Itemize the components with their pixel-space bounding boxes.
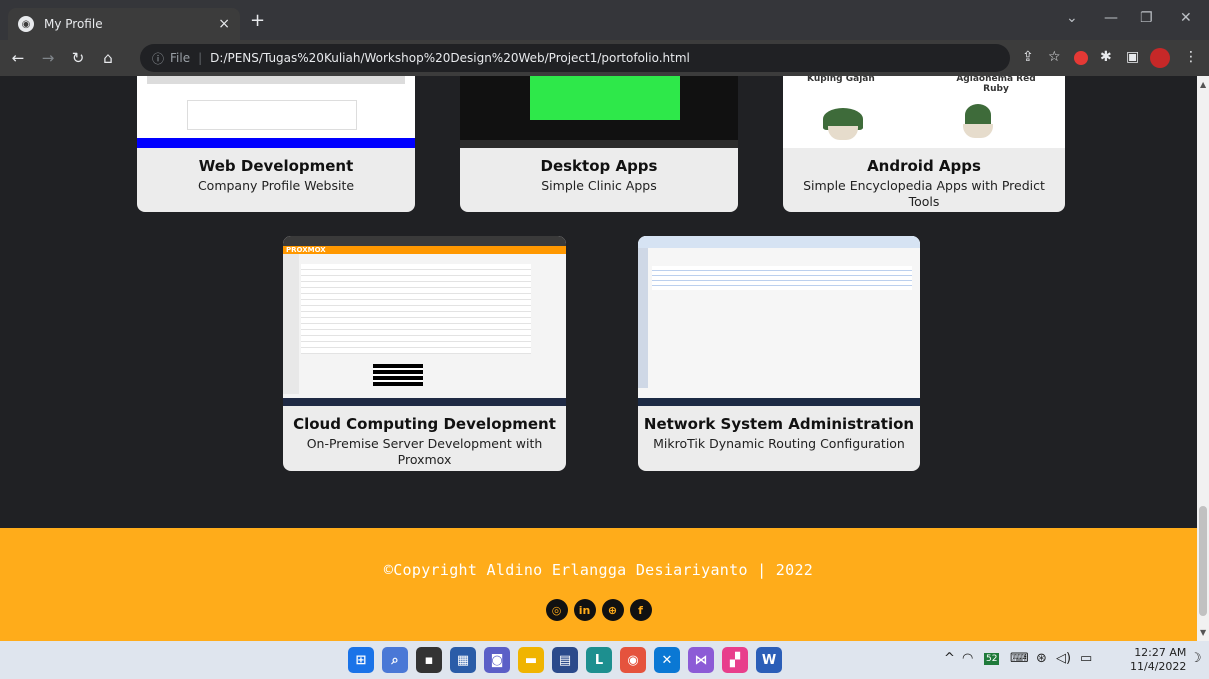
tray-app-icon[interactable]: ◠ <box>962 651 973 666</box>
bookmark-star-icon[interactable]: ☆ <box>1048 49 1061 65</box>
project-subtitle: Simple Clinic Apps <box>541 178 657 193</box>
tray-chevron-icon[interactable]: ^ <box>944 651 955 666</box>
facebook-icon[interactable]: f <box>629 599 652 621</box>
browser-tab-bar: ◉ My Profile × + ⌄ — ❐ ✕ <box>0 0 1209 40</box>
site-favicon-icon: ◉ <box>18 16 34 32</box>
browser-tab[interactable]: ◉ My Profile × <box>8 8 240 40</box>
extensions-puzzle-icon[interactable]: ✱ <box>1100 49 1112 65</box>
address-bar[interactable]: ⓘ File | D:/PENS/Tugas%20Kuliah/Workshop… <box>140 44 1010 72</box>
windows-taskbar: ⊞ ⌕ ▪ ▦ ◙ ▬ ▤ L ◉ ✕ ⋈ ▞ W ^ ◠ 52 ⌨ ⊛ ◁) … <box>0 641 1209 679</box>
project-subtitle: MikroTik Dynamic Routing Configuration <box>653 436 905 451</box>
thumb-caption: Kuping Gajah <box>807 76 875 84</box>
project-card-network[interactable]: Network System Administration MikroTik D… <box>638 236 920 471</box>
project-card-cloud[interactable]: PROXMOX Cloud Computing Development On-P… <box>283 236 566 471</box>
chat-icon[interactable]: ◙ <box>484 647 510 673</box>
extension-icon[interactable] <box>1074 51 1088 65</box>
project-thumbnail <box>638 236 920 406</box>
notifications-icon[interactable]: ☽ <box>1190 651 1202 666</box>
minimize-button[interactable]: — <box>1104 10 1118 26</box>
tab-title: My Profile <box>44 17 103 31</box>
info-icon[interactable]: ⓘ <box>152 50 164 67</box>
word-icon[interactable]: W <box>756 647 782 673</box>
file-explorer-icon[interactable]: ▬ <box>518 647 544 673</box>
forward-icon[interactable]: → <box>36 49 60 67</box>
restore-button[interactable]: ❐ <box>1140 10 1153 26</box>
system-clock[interactable]: 12:27 AM 11/4/2022 <box>1130 646 1186 674</box>
vscode-icon[interactable]: ✕ <box>654 647 680 673</box>
keyboard-icon[interactable]: ⌨ <box>1010 651 1029 666</box>
scrollbar-thumb[interactable] <box>1199 506 1207 616</box>
url-scheme-label: File <box>170 51 191 65</box>
task-view-icon[interactable]: ▪ <box>416 647 442 673</box>
tab-close-button[interactable]: × <box>218 16 230 32</box>
clock-date: 11/4/2022 <box>1130 660 1187 673</box>
visual-studio-icon[interactable]: ⋈ <box>688 647 714 673</box>
volume-icon[interactable]: ◁) <box>1056 651 1071 666</box>
home-icon[interactable]: ⌂ <box>96 49 120 67</box>
linkedin-icon[interactable]: in <box>573 599 596 621</box>
taskbar-apps: ⊞ ⌕ ▪ ▦ ◙ ▬ ▤ L ◉ ✕ ⋈ ▞ W <box>348 647 782 673</box>
language-icon[interactable]: ⊛ <box>1036 651 1047 666</box>
project-title: Cloud Computing Development <box>293 415 556 433</box>
scroll-down-icon[interactable]: ▼ <box>1200 628 1206 637</box>
search-icon[interactable]: ⌕ <box>382 647 408 673</box>
back-icon[interactable]: ← <box>6 49 30 67</box>
reload-icon[interactable]: ↻ <box>66 49 90 67</box>
project-thumbnail: Kuping Gajah Aglaonema Red Ruby <box>783 76 1065 148</box>
project-card-desktop[interactable]: Desktop Apps Simple Clinic Apps <box>460 76 738 212</box>
battery-icon[interactable]: ▭ <box>1080 651 1092 666</box>
project-title: Android Apps <box>867 157 981 175</box>
store-icon[interactable]: ▤ <box>552 647 578 673</box>
globe-icon[interactable]: ⊕ <box>601 599 624 621</box>
url-separator: | <box>198 51 203 65</box>
project-title: Web Development <box>198 157 354 175</box>
instagram-icon[interactable]: ◎ <box>545 599 568 621</box>
project-title: Desktop Apps <box>540 157 658 175</box>
url-text[interactable]: D:/PENS/Tugas%20Kuliah/Workshop%20Design… <box>210 51 690 65</box>
page-scrollbar[interactable]: ▲ ▼ <box>1197 76 1209 641</box>
page-footer: ©Copyright Aldino Erlangga Desiariyanto … <box>0 528 1197 641</box>
window-close-button[interactable]: ✕ <box>1180 10 1192 26</box>
thumb-caption: Aglaonema Red Ruby <box>956 76 1036 94</box>
menu-icon[interactable]: ⋮ <box>1184 49 1198 65</box>
start-icon[interactable]: ⊞ <box>348 647 374 673</box>
browser-toolbar: ← → ↻ ⌂ ⓘ File | D:/PENS/Tugas%20Kuliah/… <box>0 40 1209 76</box>
share-icon[interactable]: ⇪ <box>1022 49 1034 65</box>
app-l-icon[interactable]: L <box>586 647 612 673</box>
copyright-text: ©Copyright Aldino Erlangga Desiariyanto … <box>383 561 814 579</box>
clock-time: 12:27 AM <box>1134 646 1187 659</box>
project-title: Network System Administration <box>643 415 915 433</box>
page-viewport: Web Development Company Profile Website … <box>0 76 1197 641</box>
project-subtitle: Company Profile Website <box>197 178 355 193</box>
widgets-icon[interactable]: ▦ <box>450 647 476 673</box>
scroll-up-icon[interactable]: ▲ <box>1200 80 1206 89</box>
tab-search-icon[interactable]: ⌄ <box>1066 10 1078 26</box>
proxmox-logo: PROXMOX <box>286 246 326 254</box>
chrome-icon[interactable]: ◉ <box>620 647 646 673</box>
project-thumbnail <box>460 76 738 148</box>
side-panel-icon[interactable]: ▣ <box>1126 49 1139 65</box>
project-card-android[interactable]: Kuping Gajah Aglaonema Red Ruby Android … <box>783 76 1065 212</box>
project-thumbnail: PROXMOX <box>283 236 566 406</box>
tray-badge[interactable]: 52 <box>984 653 1000 665</box>
slack-icon[interactable]: ▞ <box>722 647 748 673</box>
project-thumbnail <box>137 76 415 148</box>
project-subtitle: On-Premise Server Development with Proxm… <box>306 436 543 467</box>
project-subtitle: Simple Encyclopedia Apps with Predict To… <box>803 178 1045 209</box>
social-links: ◎ in ⊕ f <box>0 599 1197 621</box>
profile-avatar[interactable] <box>1150 48 1170 68</box>
project-card-web[interactable]: Web Development Company Profile Website <box>137 76 415 212</box>
new-tab-button[interactable]: + <box>250 10 265 31</box>
